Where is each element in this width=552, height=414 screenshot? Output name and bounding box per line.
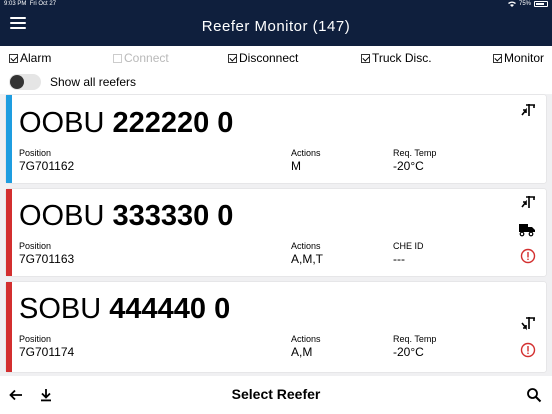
filter-connect[interactable]: Connect	[113, 51, 169, 65]
checkbox-icon[interactable]	[361, 53, 370, 63]
status-bar: 9:03 PM Fri Oct 27 75%	[0, 0, 552, 10]
show-all-row: Show all reefers	[0, 70, 552, 94]
crane-connect-icon[interactable]	[520, 102, 536, 118]
reefer-card[interactable]: OOBU 333330 0 Position 7G701163 Actions A,…	[6, 189, 546, 276]
filter-label: Alarm	[20, 51, 52, 65]
truck-icon[interactable]	[518, 221, 536, 237]
filter-label: Monitor	[504, 51, 545, 65]
che-id-field: CHE ID ---	[393, 241, 424, 266]
checkbox-icon[interactable]	[113, 53, 122, 63]
search-icon[interactable]	[526, 387, 542, 403]
reefer-id: OOBU 222220 0	[19, 107, 234, 139]
bottom-toolbar: Select Reefer	[0, 376, 552, 414]
position-field: Position 7G701162	[19, 148, 75, 173]
filter-label: Disconnect	[239, 51, 299, 65]
wifi-icon	[507, 1, 516, 7]
filter-truck-disc[interactable]: Truck Disc.	[361, 51, 432, 65]
crane-disconnect-icon[interactable]	[520, 315, 536, 331]
actions-field: Actions A,M	[291, 334, 321, 359]
position-field: Position 7G701163	[19, 241, 75, 266]
checkbox-icon[interactable]	[228, 53, 237, 63]
status-color-bar	[6, 189, 12, 276]
bottom-title: Select Reefer	[231, 386, 321, 402]
reefer-id: SOBU 444440 0	[19, 293, 231, 325]
battery-icon	[534, 1, 548, 7]
actions-field: Actions A,M,T	[291, 241, 323, 266]
filter-bar: Alarm Connect Disconnect Truck Disc. Mon…	[0, 46, 552, 70]
alert-circle-icon[interactable]	[520, 342, 536, 358]
filter-label: Truck Disc.	[372, 51, 432, 65]
page-title: Reefer Monitor (147)	[201, 18, 351, 35]
checkbox-icon[interactable]	[493, 53, 502, 63]
actions-field: Actions M	[291, 148, 321, 173]
toggle-knob	[10, 75, 24, 89]
filter-alarm[interactable]: Alarm	[9, 51, 51, 65]
position-field: Position 7G701174	[19, 334, 75, 359]
crane-connect-icon[interactable]	[520, 194, 536, 210]
checkbox-icon[interactable]	[9, 53, 18, 63]
reefer-card[interactable]: SOBU 444440 0 Position 7G701174 Actions A,…	[6, 282, 546, 372]
battery-fill	[536, 3, 544, 5]
filter-disconnect[interactable]: Disconnect	[228, 51, 298, 65]
reefer-card[interactable]: OOBU 222220 0 Position 7G701162 Actions M …	[6, 95, 546, 183]
status-color-bar	[6, 95, 12, 183]
show-all-label: Show all reefers	[50, 75, 137, 89]
req-temp-field: Req. Temp -20°C	[393, 148, 437, 173]
reefer-id: OOBU 333330 0	[19, 200, 234, 232]
top-app-bar: 9:03 PM Fri Oct 27 75% Reefer Monitor (1…	[0, 0, 552, 46]
req-temp-field: Req. Temp -20°C	[393, 334, 437, 359]
show-all-toggle[interactable]	[9, 74, 41, 90]
alert-circle-icon[interactable]	[520, 248, 536, 264]
battery-percent: 75%	[518, 1, 531, 7]
status-time: 9:03 PM Fri Oct 27	[4, 1, 57, 7]
filter-label: Connect	[124, 51, 169, 65]
status-color-bar	[6, 282, 12, 372]
status-right: 75%	[507, 1, 548, 7]
filter-monitor[interactable]: Monitor	[493, 51, 544, 65]
